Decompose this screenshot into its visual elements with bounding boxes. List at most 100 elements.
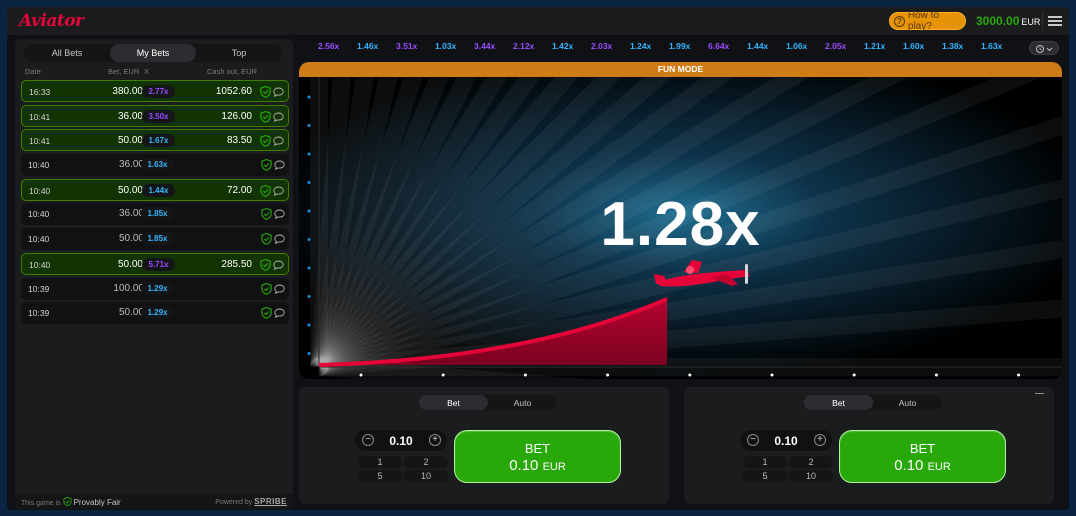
fairness-shield-icon[interactable]	[260, 258, 271, 271]
bet-time: 10:41	[29, 111, 51, 122]
bet-button-label: BET	[909, 441, 936, 456]
bet-multiplier: 1.85x	[141, 207, 174, 221]
hamburger-menu-icon[interactable]	[1048, 16, 1062, 26]
bet-row: 10:40 50.00 1.44x 72.00	[21, 178, 289, 201]
quick-amount-10[interactable]: 10	[789, 470, 833, 482]
tab-all-bets[interactable]: All Bets	[24, 44, 110, 62]
fairness-shield-icon[interactable]	[261, 282, 272, 295]
fairness-shield-icon[interactable]	[261, 208, 272, 221]
quick-amount-2[interactable]: 2	[404, 456, 448, 468]
bet-time: 10:40	[28, 209, 50, 220]
quick-amount-1[interactable]: 1	[743, 456, 787, 468]
aviator-app: Aviator ? How to play? 3000.00 EUR All Be…	[7, 7, 1069, 510]
chat-bubble-icon[interactable]	[273, 260, 284, 270]
quick-amount-1[interactable]: 1	[358, 456, 402, 468]
bet-row: 10:40 36.00 1.63x	[21, 154, 289, 177]
bet-button-amount: 0.10	[509, 457, 539, 474]
bet-time: 16:33	[29, 87, 51, 97]
bet-time: 10:40	[29, 259, 51, 270]
quick-amount-2[interactable]: 2	[789, 456, 833, 468]
bet-amount: 100.00	[113, 282, 144, 294]
chat-bubble-icon[interactable]	[274, 209, 285, 220]
bet-cashout: 72.00	[226, 184, 252, 196]
chat-bubble-icon[interactable]	[274, 308, 285, 319]
chat-bubble-icon[interactable]	[273, 112, 284, 122]
quick-amount-5[interactable]: 5	[358, 470, 402, 482]
history-multiplier[interactable]: 2.56x	[318, 41, 339, 51]
tab-auto[interactable]: Auto	[488, 395, 557, 410]
bet-button-amount: 0.10	[894, 457, 924, 474]
chat-bubble-icon[interactable]	[273, 136, 284, 147]
balance: 3000.00 EUR	[976, 14, 1040, 28]
how-to-play-label: How to play?	[907, 10, 940, 32]
fairness-shield-icon[interactable]	[261, 233, 272, 246]
history-multiplier[interactable]: 1.60x	[903, 41, 924, 51]
remove-panel-icon[interactable]	[1035, 393, 1044, 394]
history-multiplier[interactable]: 1.06x	[786, 41, 807, 51]
tab-bet[interactable]: Bet	[419, 395, 488, 410]
help-icon: ?	[894, 15, 905, 27]
history-multiplier[interactable]: 3.44x	[474, 41, 495, 51]
history-multiplier[interactable]: 1.99x	[669, 41, 690, 51]
history-multiplier[interactable]: 2.05x	[825, 41, 846, 51]
chat-bubble-icon[interactable]	[274, 160, 285, 171]
bet-button[interactable]: BET 0.10 EUR	[839, 430, 1006, 483]
history-multiplier[interactable]: 2.12x	[513, 41, 534, 51]
history-toggle-button[interactable]	[1029, 41, 1059, 55]
fairness-shield-icon[interactable]	[260, 135, 271, 148]
bet-multiplier: 1.44x	[142, 183, 175, 197]
multiplier-history: 2.56x 1.46x 3.51x 1.03x 3.44x 2.12x 1.42x 2.03x…	[305, 40, 1060, 56]
quick-amount-10[interactable]: 10	[404, 470, 448, 482]
provably-fair[interactable]: This game is Provably Fair	[21, 496, 121, 507]
chat-bubble-icon[interactable]	[273, 87, 284, 97]
history-multiplier[interactable]: 1.42x	[552, 41, 573, 51]
powered-by: Powered by SPRIBE	[215, 497, 287, 506]
history-multiplier[interactable]: 1.63x	[981, 41, 1002, 51]
history-multiplier[interactable]: 1.21x	[864, 41, 885, 51]
bet-cashout: 285.50	[221, 258, 252, 270]
bet-time: 10:39	[28, 283, 50, 294]
bet-multiplier: 1.29x	[141, 281, 174, 295]
bet-time: 10:40	[28, 160, 50, 171]
chat-bubble-icon[interactable]	[273, 186, 284, 196]
history-multiplier[interactable]: 2.03x	[591, 41, 612, 51]
history-multiplier[interactable]: 1.38x	[942, 41, 963, 51]
fairness-shield-icon[interactable]	[260, 110, 271, 123]
fairness-shield-icon[interactable]	[261, 159, 272, 171]
tab-top[interactable]: Top	[196, 44, 282, 62]
bet-row: 10:39 100.00 1.29x	[21, 277, 289, 300]
fairness-shield-icon[interactable]	[260, 184, 271, 197]
fairness-shield-icon[interactable]	[261, 307, 272, 320]
how-to-play-button[interactable]: ? How to play?	[889, 10, 966, 32]
bet-row: 10:40 50.00 1.85x	[21, 228, 289, 251]
bet-row: 10:40 36.00 1.85x	[21, 203, 289, 226]
tab-bet[interactable]: Bet	[804, 395, 873, 410]
history-multiplier[interactable]: 1.46x	[357, 41, 378, 51]
bet-button-currency: EUR	[927, 461, 951, 473]
bets-panel: All Bets My Bets Top Date Bet, EUR X Cas…	[15, 39, 293, 509]
fairness-shield-icon[interactable]	[260, 86, 271, 98]
column-bet: Bet, EUR	[108, 67, 140, 76]
column-date: Date	[25, 67, 41, 76]
bet-multiplier: 2.77x	[142, 85, 175, 98]
quick-amount-5[interactable]: 5	[743, 470, 787, 482]
history-multiplier[interactable]: 3.51x	[396, 41, 417, 51]
tab-my-bets[interactable]: My Bets	[110, 44, 196, 62]
history-multiplier[interactable]: 6.64x	[708, 41, 729, 51]
plus-icon[interactable]: +	[429, 434, 441, 446]
plus-icon[interactable]: +	[814, 434, 826, 446]
history-multiplier[interactable]: 1.24x	[630, 41, 651, 51]
history-multiplier[interactable]: 1.03x	[435, 41, 456, 51]
bets-tabs: All Bets My Bets Top	[24, 44, 282, 62]
chat-bubble-icon[interactable]	[274, 234, 285, 245]
tab-auto[interactable]: Auto	[873, 395, 942, 410]
chat-bubble-icon[interactable]	[274, 284, 285, 294]
bet-amount: 380.00	[112, 86, 143, 97]
powered-prefix: Powered by	[215, 499, 253, 506]
history-clock-icon	[1036, 45, 1053, 53]
history-multiplier[interactable]: 1.44x	[747, 41, 768, 51]
bet-button[interactable]: BET 0.10 EUR	[454, 430, 621, 483]
bet-row: 10:41 50.00 1.67x 83.50	[21, 129, 289, 152]
bet-cashout: 126.00	[221, 110, 252, 122]
shield-check-icon	[63, 496, 72, 507]
